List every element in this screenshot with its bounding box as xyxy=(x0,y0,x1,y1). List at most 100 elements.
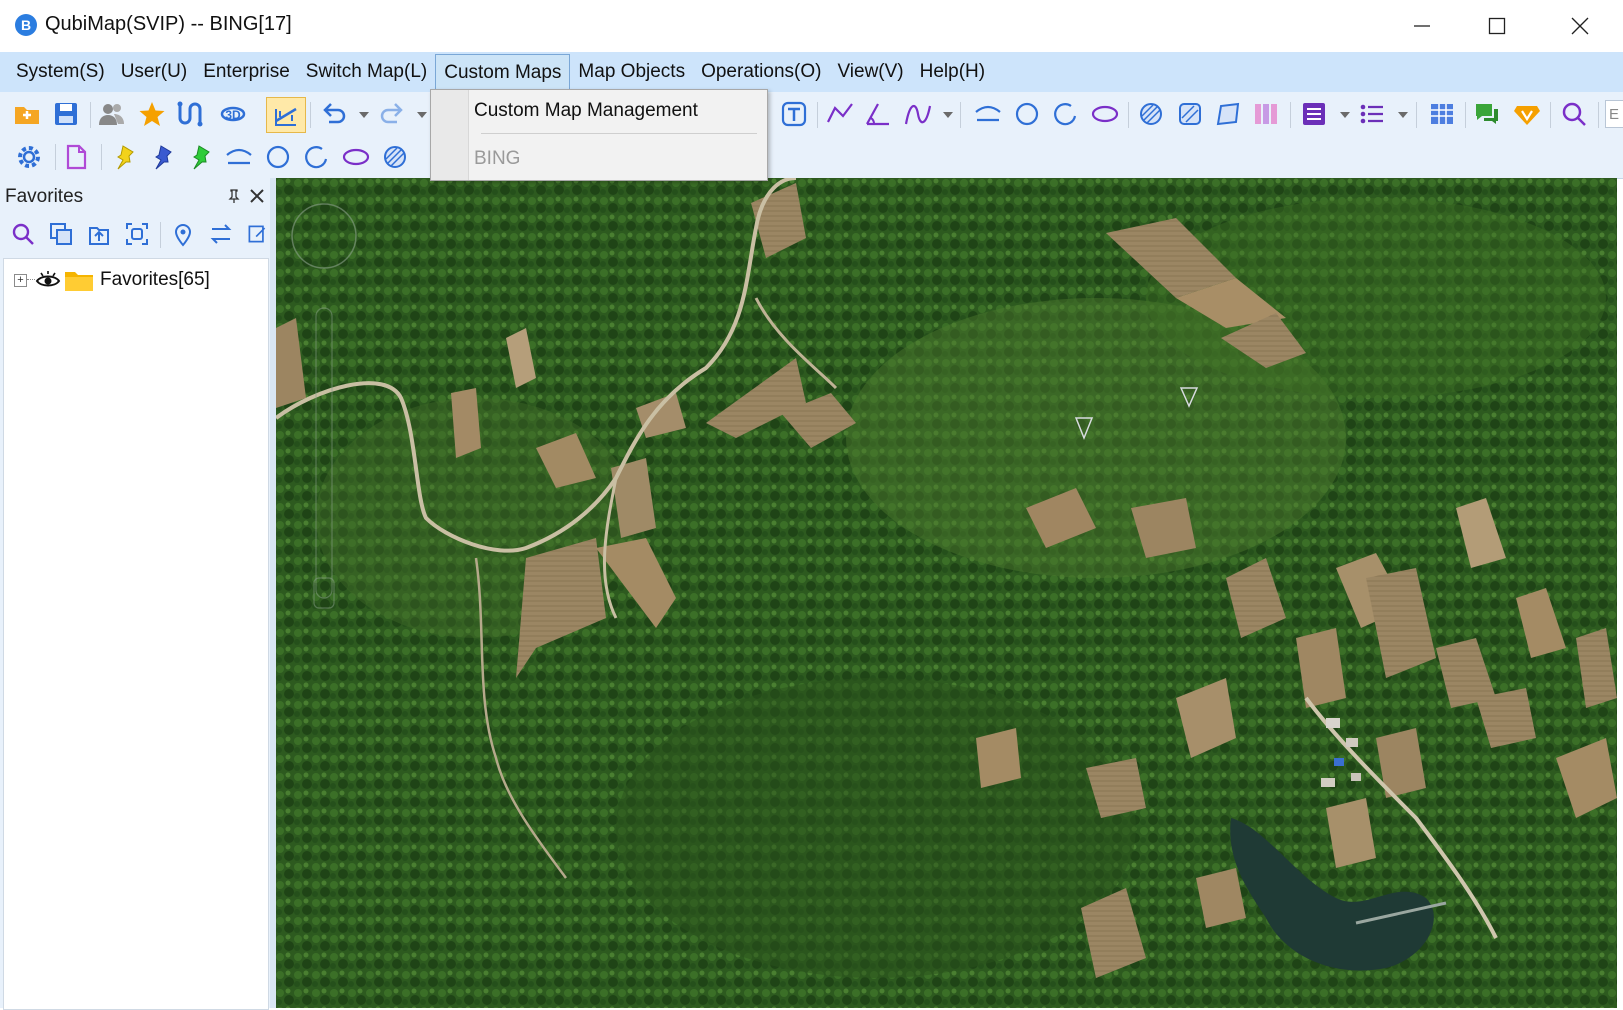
route-button[interactable] xyxy=(176,100,204,128)
table-button[interactable] xyxy=(1428,100,1456,128)
maximize-icon xyxy=(1488,17,1506,35)
hatched-square-icon xyxy=(1179,103,1201,125)
angle-button[interactable] xyxy=(864,100,892,128)
partial-circle-icon xyxy=(305,146,328,169)
polyline-icon xyxy=(827,103,853,123)
chat-icon xyxy=(1476,104,1498,124)
undo-icon xyxy=(323,103,346,124)
redo-dropdown-icon[interactable] xyxy=(417,112,427,118)
search-button[interactable] xyxy=(1560,100,1588,128)
vip-badge-icon xyxy=(1514,106,1540,125)
map-view[interactable] xyxy=(276,178,1617,1008)
toolbar-truncated-field[interactable]: E xyxy=(1605,100,1623,128)
toolbar-separator xyxy=(1290,102,1291,128)
columns-icon xyxy=(1255,104,1277,124)
toolbar-separator xyxy=(1465,102,1466,128)
search-icon xyxy=(1562,102,1586,126)
users-button[interactable] xyxy=(97,100,127,128)
redo-button[interactable] xyxy=(378,100,406,128)
hatched-circle-button[interactable] xyxy=(1137,100,1165,128)
circle-button-2[interactable] xyxy=(264,143,292,171)
circle-button[interactable] xyxy=(1013,100,1041,128)
yellow-pin-button[interactable] xyxy=(111,143,139,171)
bullet-list-icon xyxy=(1360,104,1383,124)
vip-button[interactable] xyxy=(1513,100,1541,128)
route-icon xyxy=(177,101,203,127)
expand-toggle[interactable]: + xyxy=(14,273,27,287)
screenshot-icon xyxy=(126,223,148,245)
list-view-dropdown-icon[interactable] xyxy=(1340,112,1350,118)
tree-node-favorites[interactable]: + Favorites[65] xyxy=(14,265,210,295)
settings-button[interactable] xyxy=(15,143,43,171)
redo-icon xyxy=(380,103,403,124)
ellipse-icon xyxy=(342,148,370,166)
favorite-button[interactable] xyxy=(138,100,166,128)
undo-dropdown-icon[interactable] xyxy=(359,112,369,118)
close-button[interactable] xyxy=(1545,0,1615,52)
menu-switch-map[interactable]: Switch Map(L) xyxy=(298,54,435,90)
svg-text:B: B xyxy=(21,17,31,33)
maximize-button[interactable] xyxy=(1462,0,1532,52)
blue-pin-button[interactable] xyxy=(149,143,177,171)
hatched-circle-button-2[interactable] xyxy=(381,143,409,171)
measure-button[interactable] xyxy=(266,97,306,133)
menu-item-bing[interactable]: BING xyxy=(474,148,520,170)
tree-node-label[interactable]: Favorites[65] xyxy=(100,269,210,291)
eye-icon[interactable] xyxy=(35,269,61,291)
hatched-circle-icon xyxy=(384,146,406,168)
undo-button[interactable] xyxy=(320,100,348,128)
partial-circle-button-2[interactable] xyxy=(302,143,330,171)
favorites-copy-button[interactable] xyxy=(48,221,74,247)
menu-custom-maps[interactable]: Custom Maps xyxy=(435,53,571,93)
favorites-title: Favorites xyxy=(5,186,84,207)
menu-enterprise[interactable]: Enterprise xyxy=(195,54,298,90)
menu-item-custom-map-management[interactable]: Custom Map Management xyxy=(474,100,698,122)
green-pin-button[interactable] xyxy=(187,143,215,171)
measure-icon xyxy=(275,107,297,126)
menu-user[interactable]: User(U) xyxy=(113,54,196,90)
circle-icon xyxy=(1015,102,1039,126)
hatched-square-button[interactable] xyxy=(1176,100,1204,128)
swap-icon xyxy=(210,224,232,244)
bullet-list-dropdown-icon[interactable] xyxy=(1398,112,1408,118)
menu-map-objects[interactable]: Map Objects xyxy=(570,54,693,90)
arc-button[interactable] xyxy=(974,100,1002,128)
satellite-imagery xyxy=(276,178,1617,1008)
hatched-shape-button[interactable] xyxy=(1214,100,1242,128)
ellipse-button[interactable] xyxy=(1090,100,1120,128)
save-button[interactable] xyxy=(52,100,80,128)
window-title: QubiMap(SVIP) -- BING[17] xyxy=(45,13,292,35)
favorites-edit-button[interactable] xyxy=(246,221,268,247)
hatched-circle-icon xyxy=(1140,103,1162,125)
menu-system[interactable]: System(S) xyxy=(8,54,113,90)
favorites-tree: + Favorites[65] xyxy=(3,258,269,1010)
3d-button[interactable]: 3D xyxy=(219,100,247,128)
favorites-screenshot-button[interactable] xyxy=(124,221,150,247)
ellipse-button-2[interactable] xyxy=(341,143,371,171)
search-icon xyxy=(12,223,34,245)
close-icon[interactable] xyxy=(249,188,265,204)
text-button[interactable] xyxy=(780,100,808,128)
columns-button[interactable] xyxy=(1252,100,1280,128)
curve-button[interactable] xyxy=(904,100,932,128)
favorites-import-button[interactable] xyxy=(86,221,112,247)
menu-help[interactable]: Help(H) xyxy=(912,54,993,90)
partial-circle-button[interactable] xyxy=(1051,100,1079,128)
menu-operations[interactable]: Operations(O) xyxy=(693,54,829,90)
curve-dropdown-icon[interactable] xyxy=(943,112,953,118)
favorites-location-button[interactable] xyxy=(170,221,196,247)
bullet-list-button[interactable] xyxy=(1358,100,1386,128)
open-button[interactable] xyxy=(13,100,41,128)
polyline-button[interactable] xyxy=(826,100,854,128)
arc-button-2[interactable] xyxy=(225,143,253,171)
menu-view[interactable]: View(V) xyxy=(829,54,911,90)
document-button[interactable] xyxy=(62,143,90,171)
chat-button[interactable] xyxy=(1473,100,1501,128)
curve-icon xyxy=(904,104,932,125)
favorites-swap-button[interactable] xyxy=(208,221,234,247)
minimize-button[interactable] xyxy=(1387,0,1457,52)
list-view-button[interactable] xyxy=(1300,100,1328,128)
table-icon xyxy=(1431,104,1453,124)
pin-icon[interactable] xyxy=(226,188,242,204)
favorites-search-button[interactable] xyxy=(10,221,36,247)
